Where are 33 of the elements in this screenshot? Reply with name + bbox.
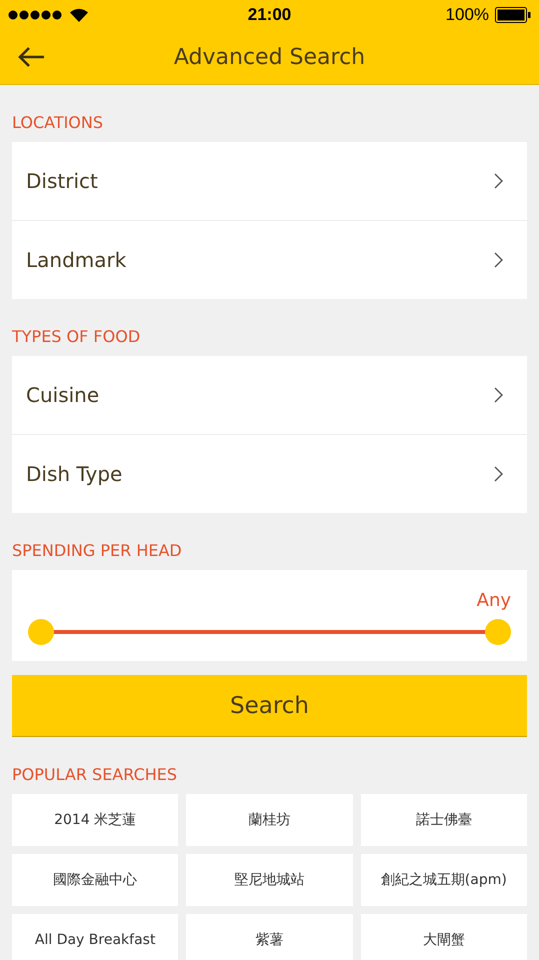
- list-item[interactable]: Cuisine: [12, 356, 527, 435]
- popular-search-chip[interactable]: 創紀之城五期(apm): [360, 854, 527, 906]
- chevron-right-icon: [494, 387, 503, 403]
- search-button[interactable]: Search: [12, 675, 527, 737]
- slider-thumb[interactable]: [28, 619, 54, 645]
- section-heading: SPENDING PER HEAD: [12, 541, 182, 560]
- section-heading: TYPES OF FOOD: [12, 327, 140, 346]
- chevron-right-icon: [494, 252, 503, 268]
- signal-icon: [8, 10, 64, 20]
- wifi-icon: [70, 8, 88, 22]
- section-heading: LOCATIONS: [12, 113, 104, 132]
- chevron-right-icon: [494, 173, 503, 189]
- popular-search-chip[interactable]: 紫薯: [186, 914, 353, 960]
- page-title: Advanced Search: [172, 44, 366, 70]
- popular-search-chip[interactable]: 大閘蟹: [360, 914, 527, 960]
- popular-search-chip[interactable]: 蘭桂坊: [186, 794, 353, 846]
- list-item[interactable]: Landmark: [12, 221, 527, 299]
- battery-percent: 100%: [446, 5, 490, 25]
- back-arrow-icon: [17, 46, 45, 68]
- battery-icon: [495, 7, 532, 23]
- clock: 21:00: [248, 5, 292, 25]
- price-range-slider[interactable]: [28, 619, 511, 645]
- popular-search-chip[interactable]: 諾士佛臺: [360, 794, 527, 846]
- list-item[interactable]: District: [12, 142, 527, 221]
- popular-search-chip[interactable]: 堅尼地城站: [186, 854, 353, 906]
- slider-thumb[interactable]: [485, 619, 511, 645]
- price-reading: Any: [476, 590, 511, 611]
- popular-search-chip[interactable]: All Day Breakfast: [12, 914, 178, 960]
- chevron-right-icon: [494, 466, 503, 482]
- list-item[interactable]: Dish Type: [12, 435, 527, 513]
- popular-search-chip[interactable]: 2014 米芝蓮: [12, 794, 178, 846]
- popular-search-chip[interactable]: 國際金融中心: [12, 854, 178, 906]
- section-heading: POPULAR SEARCHES: [12, 765, 178, 784]
